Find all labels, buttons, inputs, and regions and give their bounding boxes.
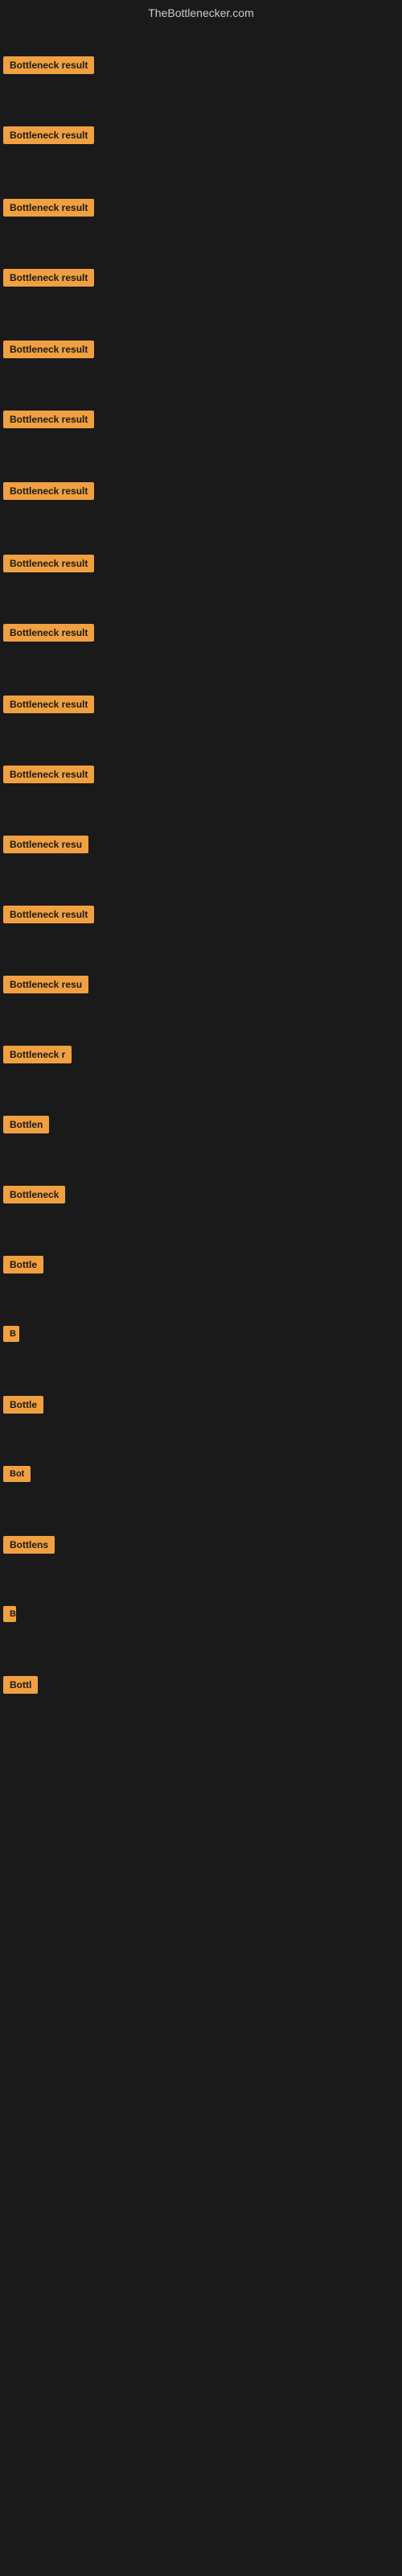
result-row-1: Bottleneck result	[0, 52, 97, 83]
result-row-11: Bottleneck result	[0, 761, 97, 792]
bottleneck-badge-14[interactable]: Bottleneck resu	[3, 976, 88, 993]
result-row-12: Bottleneck resu	[0, 831, 92, 862]
result-row-22: Bottlens	[0, 1531, 58, 1563]
bottleneck-badge-12[interactable]: Bottleneck resu	[3, 836, 88, 853]
result-row-5: Bottleneck result	[0, 336, 97, 367]
result-row-10: Bottleneck result	[0, 691, 97, 722]
bottleneck-badge-20[interactable]: Bottle	[3, 1396, 43, 1414]
result-row-24: Bottl	[0, 1671, 41, 1703]
result-row-4: Bottleneck result	[0, 264, 97, 295]
bottleneck-badge-17[interactable]: Bottleneck	[3, 1186, 65, 1203]
bottleneck-badge-6[interactable]: Bottleneck result	[3, 411, 94, 428]
bottleneck-badge-18[interactable]: Bottle	[3, 1256, 43, 1274]
result-row-19: B	[0, 1321, 23, 1351]
bottleneck-badge-11[interactable]: Bottleneck result	[3, 766, 94, 783]
result-row-23: B	[0, 1601, 19, 1631]
result-row-21: Bot	[0, 1461, 34, 1491]
result-row-3: Bottleneck result	[0, 194, 97, 225]
bottleneck-badge-8[interactable]: Bottleneck result	[3, 555, 94, 572]
bottleneck-badge-3[interactable]: Bottleneck result	[3, 199, 94, 217]
bottleneck-badge-7[interactable]: Bottleneck result	[3, 482, 94, 500]
bottleneck-badge-1[interactable]: Bottleneck result	[3, 56, 94, 74]
result-row-9: Bottleneck result	[0, 619, 97, 650]
bottleneck-badge-22[interactable]: Bottlens	[3, 1536, 55, 1554]
bottleneck-badge-16[interactable]: Bottlen	[3, 1116, 49, 1133]
bottleneck-badge-21[interactable]: Bot	[3, 1466, 31, 1482]
result-row-13: Bottleneck result	[0, 901, 97, 932]
bottleneck-badge-2[interactable]: Bottleneck result	[3, 126, 94, 144]
result-row-17: Bottleneck	[0, 1181, 68, 1212]
bottleneck-badge-5[interactable]: Bottleneck result	[3, 341, 94, 358]
result-row-14: Bottleneck resu	[0, 971, 92, 1002]
result-row-8: Bottleneck result	[0, 550, 97, 581]
result-row-15: Bottleneck r	[0, 1041, 75, 1072]
result-row-7: Bottleneck result	[0, 477, 97, 509]
result-row-6: Bottleneck result	[0, 406, 97, 437]
result-row-2: Bottleneck result	[0, 122, 97, 153]
bottleneck-badge-23[interactable]: B	[3, 1606, 16, 1622]
results-container: Bottleneck result Bottleneck result Bottle…	[0, 26, 402, 2570]
bottleneck-badge-13[interactable]: Bottleneck result	[3, 906, 94, 923]
bottleneck-badge-24[interactable]: Bottl	[3, 1676, 38, 1694]
bottleneck-badge-10[interactable]: Bottleneck result	[3, 696, 94, 713]
result-row-18: Bottle	[0, 1251, 47, 1282]
result-row-16: Bottlen	[0, 1111, 52, 1142]
result-row-20: Bottle	[0, 1391, 47, 1422]
bottleneck-badge-15[interactable]: Bottleneck r	[3, 1046, 72, 1063]
bottleneck-badge-4[interactable]: Bottleneck result	[3, 269, 94, 287]
bottleneck-badge-9[interactable]: Bottleneck result	[3, 624, 94, 642]
site-title: TheBottlenecker.com	[0, 0, 402, 26]
bottleneck-badge-19[interactable]: B	[3, 1326, 19, 1342]
